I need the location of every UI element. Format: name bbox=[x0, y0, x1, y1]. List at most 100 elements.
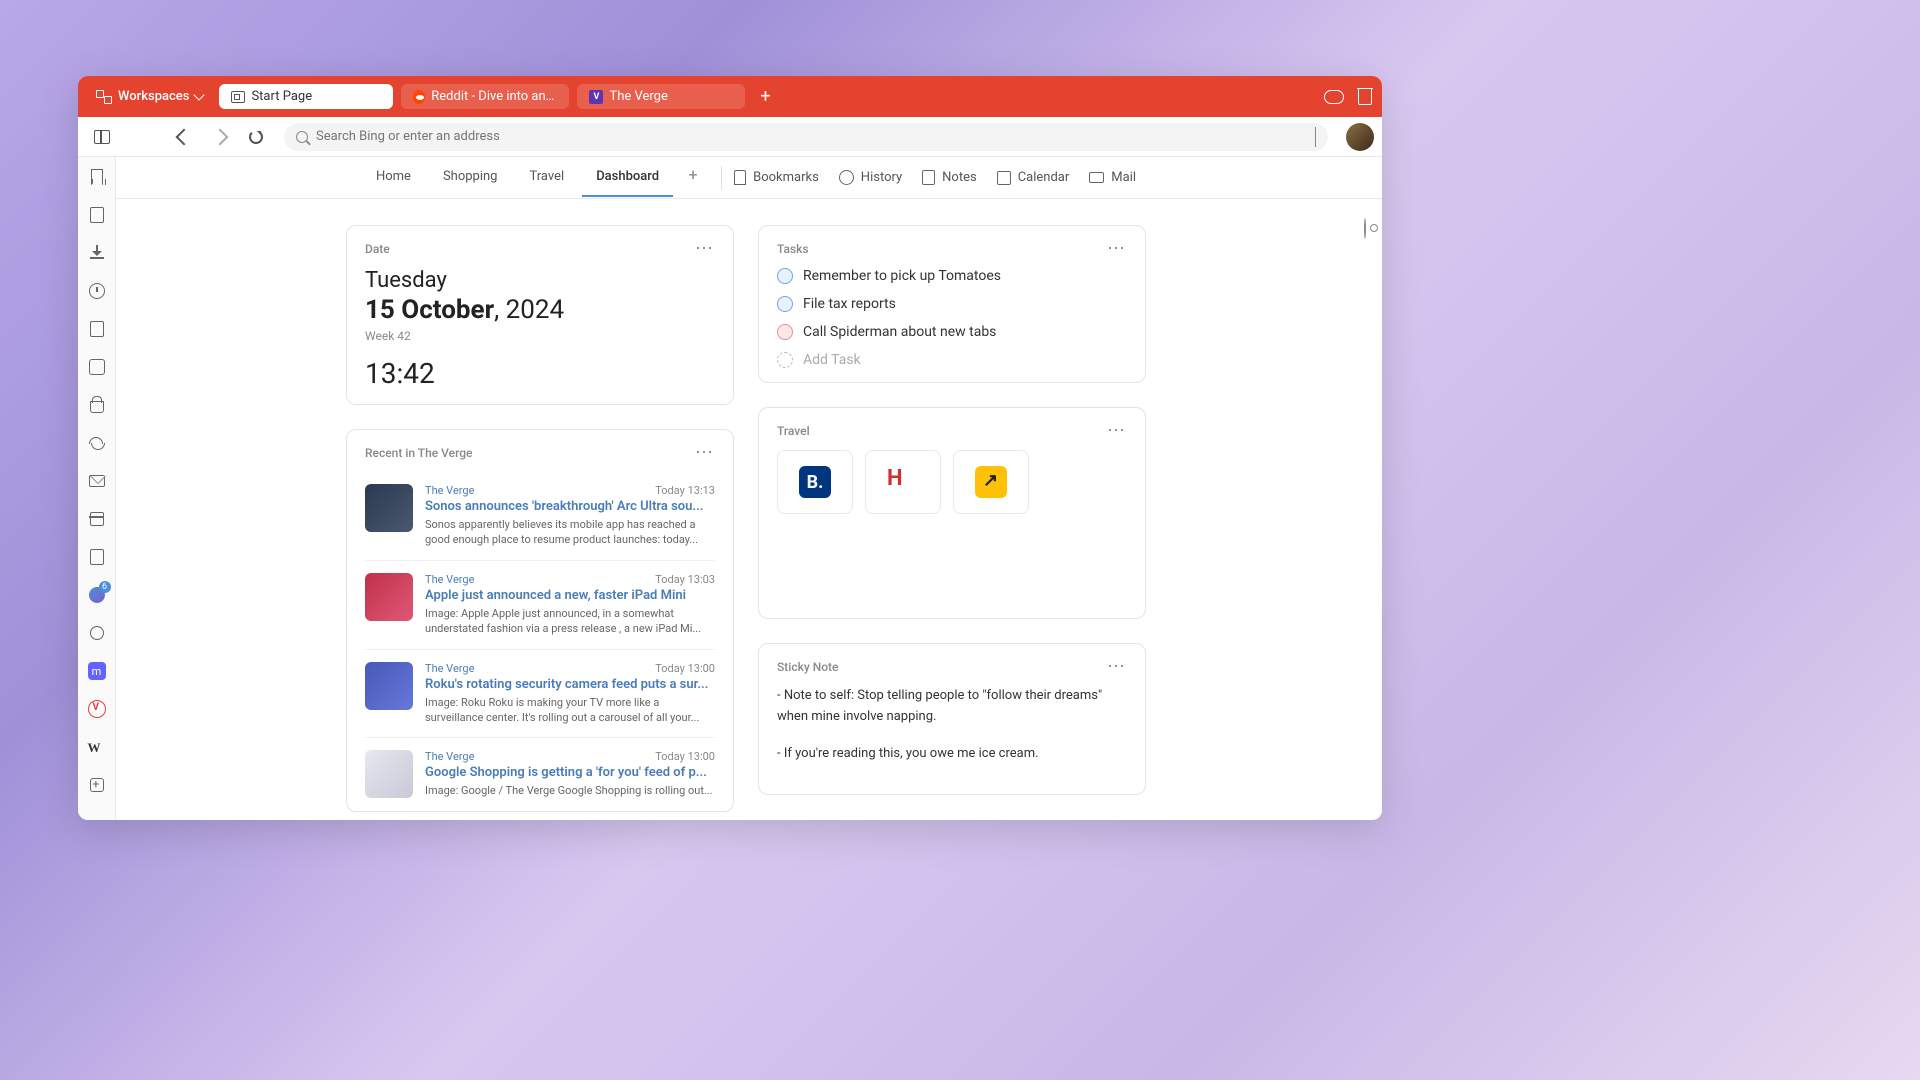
panel-downloads[interactable] bbox=[87, 243, 107, 263]
nav-tab-dashboard[interactable]: Dashboard bbox=[582, 158, 673, 197]
nav-tab-shopping[interactable]: Shopping bbox=[429, 158, 512, 197]
tab-verge[interactable]: V The Verge bbox=[577, 84, 745, 109]
sync-panel-icon bbox=[89, 437, 105, 449]
travel-item-hotels[interactable] bbox=[865, 450, 941, 514]
feed-thumbnail bbox=[365, 484, 413, 532]
chevron-down-icon bbox=[194, 89, 205, 100]
feed-item[interactable]: The VergeToday 13:03 Apple just announce… bbox=[365, 561, 715, 650]
titlebar-right bbox=[1324, 89, 1372, 105]
task-item[interactable]: File tax reports bbox=[777, 296, 1127, 312]
task-list: Remember to pick up Tomatoes File tax rep… bbox=[777, 268, 1127, 368]
nav-link-history[interactable]: History bbox=[839, 170, 902, 185]
travel-widget: Travel⋯ B. bbox=[758, 407, 1146, 619]
panel-bookmarks[interactable] bbox=[87, 167, 107, 187]
panel-calendar[interactable] bbox=[87, 509, 107, 529]
nav-links: Bookmarks History Notes Calendar Mail bbox=[734, 170, 1136, 185]
browser-window: Workspaces Start Page Reddit - Dive into… bbox=[78, 76, 1382, 820]
panel-reading-list[interactable] bbox=[87, 205, 107, 225]
date-week: Week 42 bbox=[365, 329, 715, 343]
profile-avatar[interactable] bbox=[1346, 123, 1374, 151]
panel-icon bbox=[94, 130, 110, 144]
panel-history[interactable] bbox=[87, 281, 107, 301]
tab-reddit[interactable]: Reddit - Dive into anything bbox=[401, 84, 569, 109]
task-item[interactable]: Call Spiderman about new tabs bbox=[777, 324, 1127, 340]
task-checkbox[interactable] bbox=[777, 324, 793, 340]
panel-sync[interactable] bbox=[87, 433, 107, 453]
feed-item[interactable]: The VergeToday 13:13 Sonos announces 'br… bbox=[365, 472, 715, 561]
panel-add[interactable] bbox=[87, 775, 107, 795]
panel-extensions[interactable] bbox=[87, 357, 107, 377]
nav-link-bookmarks[interactable]: Bookmarks bbox=[734, 170, 819, 185]
dashboard-settings-button[interactable] bbox=[1364, 219, 1366, 238]
travel-item-expedia[interactable] bbox=[953, 450, 1029, 514]
mastodon-icon: m bbox=[88, 662, 106, 680]
panel-shopping[interactable] bbox=[87, 395, 107, 415]
task-label: File tax reports bbox=[803, 296, 896, 312]
widget-more-button[interactable]: ⋯ bbox=[1107, 240, 1127, 258]
task-checkbox[interactable] bbox=[777, 268, 793, 284]
feed-time: Today 13:00 bbox=[655, 750, 715, 763]
task-checkbox[interactable] bbox=[777, 296, 793, 312]
nav-link-notes[interactable]: Notes bbox=[922, 170, 977, 185]
sticky-body[interactable]: - Note to self: Stop telling people to "… bbox=[777, 686, 1127, 764]
panel-contacts[interactable] bbox=[87, 623, 107, 643]
workspaces-button[interactable]: Workspaces bbox=[88, 85, 211, 108]
tasks-icon bbox=[90, 549, 104, 565]
reddit-icon bbox=[413, 90, 425, 104]
nav-tabs: Home Shopping Travel Dashboard + bbox=[362, 158, 709, 197]
feed-time: Today 13:13 bbox=[655, 484, 715, 497]
reload-button[interactable] bbox=[240, 121, 272, 153]
panel-notes[interactable] bbox=[87, 319, 107, 339]
tab-start-page[interactable]: Start Page bbox=[219, 84, 393, 109]
date-time: 13:42 bbox=[365, 357, 715, 390]
feed-item[interactable]: The VergeToday 13:00 Google Shopping is … bbox=[365, 738, 715, 810]
panel-toggle-button[interactable] bbox=[86, 121, 118, 153]
nav-link-mail[interactable]: Mail bbox=[1089, 170, 1136, 185]
vivaldi-icon bbox=[88, 700, 106, 718]
task-label: Remember to pick up Tomatoes bbox=[803, 268, 1001, 284]
add-task-button[interactable]: Add Task bbox=[777, 352, 1127, 368]
feed-headline: Apple just announced a new, faster iPad … bbox=[425, 588, 715, 603]
widget-more-button[interactable]: ⋯ bbox=[1107, 658, 1127, 676]
add-icon bbox=[777, 352, 793, 368]
nav-link-calendar[interactable]: Calendar bbox=[997, 170, 1070, 185]
task-item[interactable]: Remember to pick up Tomatoes bbox=[777, 268, 1127, 284]
feed-thumbnail bbox=[365, 662, 413, 710]
widget-more-button[interactable]: ⋯ bbox=[695, 240, 715, 258]
panel-vivaldi[interactable] bbox=[87, 699, 107, 719]
titlebar: Workspaces Start Page Reddit - Dive into… bbox=[78, 76, 1382, 117]
panel-wikipedia[interactable]: W bbox=[87, 737, 107, 757]
nav-tab-travel[interactable]: Travel bbox=[516, 158, 579, 197]
panel-tasks[interactable] bbox=[87, 547, 107, 567]
mail-icon bbox=[1089, 172, 1104, 183]
sync-icon[interactable] bbox=[1324, 90, 1344, 104]
tasks-widget: Tasks⋯ Remember to pick up TomatoesFile … bbox=[758, 225, 1146, 383]
feed-source: The Verge bbox=[425, 750, 474, 763]
panel-mail[interactable] bbox=[87, 471, 107, 491]
chevron-down-icon[interactable] bbox=[1315, 127, 1316, 147]
date-dayname: Tuesday bbox=[365, 268, 715, 293]
new-tab-button[interactable]: + bbox=[753, 85, 777, 109]
nav-add-button[interactable]: + bbox=[677, 158, 709, 190]
body: 6 m W Home Shopping Travel Dashboard + B… bbox=[78, 157, 1382, 820]
feed-list: The VergeToday 13:13 Sonos announces 'br… bbox=[365, 472, 715, 811]
widget-more-button[interactable]: ⋯ bbox=[695, 444, 715, 462]
travel-grid: B. bbox=[777, 450, 1127, 604]
calendar-icon bbox=[90, 512, 104, 526]
feed-time: Today 13:00 bbox=[655, 662, 715, 675]
address-bar[interactable] bbox=[284, 123, 1328, 151]
forward-button[interactable] bbox=[204, 121, 236, 153]
panel-feed[interactable]: 6 bbox=[87, 585, 107, 605]
feed-item[interactable]: The VergeToday 13:00 Roku's rotating sec… bbox=[365, 650, 715, 739]
widgets-col-2: Tasks⋯ Remember to pick up TomatoesFile … bbox=[758, 225, 1146, 812]
sticky-widget: Sticky Note⋯ - Note to self: Stop tellin… bbox=[758, 643, 1146, 795]
trash-icon[interactable] bbox=[1358, 89, 1372, 105]
add-task-label: Add Task bbox=[803, 352, 861, 368]
panel-mastodon[interactable]: m bbox=[87, 661, 107, 681]
workspaces-icon bbox=[96, 90, 112, 104]
travel-item-booking[interactable]: B. bbox=[777, 450, 853, 514]
address-input[interactable] bbox=[316, 129, 1307, 144]
back-button[interactable] bbox=[168, 121, 200, 153]
widget-more-button[interactable]: ⋯ bbox=[1107, 422, 1127, 440]
nav-tab-home[interactable]: Home bbox=[362, 158, 425, 197]
